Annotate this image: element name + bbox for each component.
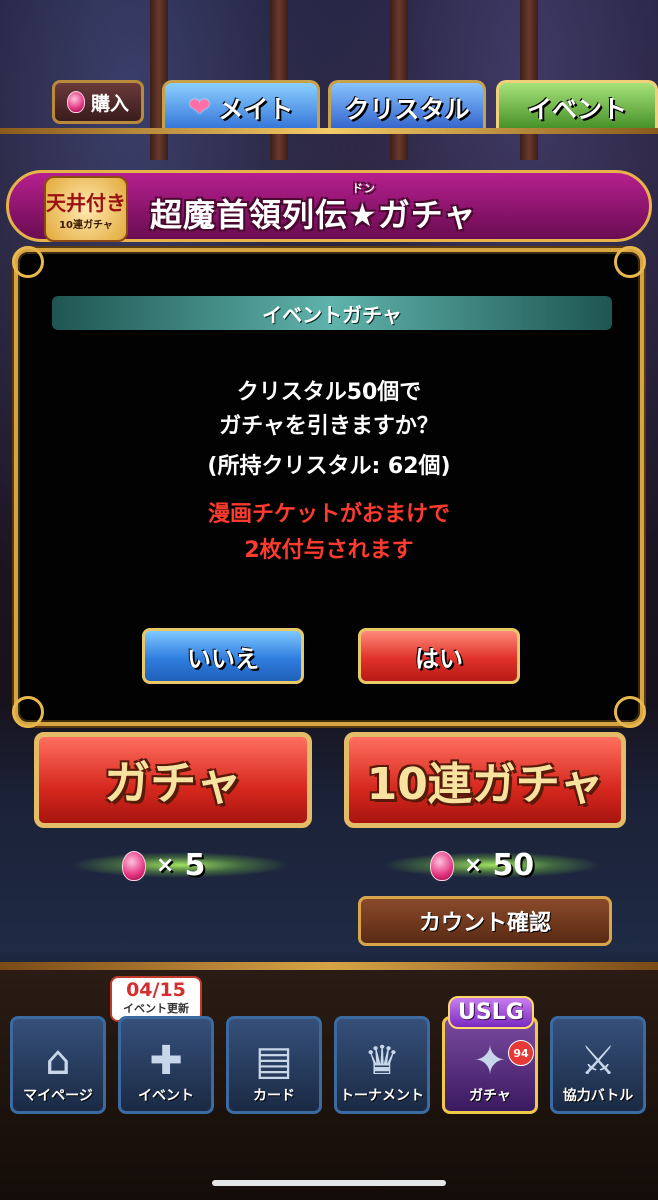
multiply-sign: × <box>156 853 175 878</box>
tab-event[interactable]: イベント <box>496 80 658 132</box>
nav-item-card[interactable]: ▤ カード <box>226 1016 322 1114</box>
ten-cost-value: 50 <box>492 848 535 883</box>
nav-item-tournament[interactable]: ♛ トーナメント <box>334 1016 430 1114</box>
nav-item-event[interactable]: ✚ イベント <box>118 1016 214 1114</box>
gacha-count-badge: 94 <box>508 1040 534 1066</box>
nav-label: イベント <box>138 1088 194 1104</box>
ceiling-badge: 天井付き 10連ガチャ <box>44 176 128 242</box>
ten-gacha-button[interactable]: 10連ガチャ <box>344 732 626 828</box>
nav-item-mypage[interactable]: ⌂ マイページ <box>10 1016 106 1114</box>
tab-underline <box>0 128 658 134</box>
tab-mate[interactable]: ❤ メイト <box>162 80 320 132</box>
single-cost: × 5 <box>122 848 205 883</box>
dialog-owned-crystals: (所持クリスタル: 62個) <box>207 454 451 479</box>
dialog-bonus-line2: 2枚付与されます <box>244 538 414 563</box>
nav-label: マイページ <box>23 1088 93 1104</box>
tab-crystal[interactable]: クリスタル <box>328 80 486 132</box>
heart-icon: ❤ <box>188 92 211 123</box>
nav-label: カード <box>253 1088 295 1104</box>
banner-ruby: ドン <box>352 182 376 195</box>
battle-icon: ⚔ <box>580 1038 616 1084</box>
gacha-icon: ✦ <box>473 1038 507 1084</box>
event-update-text: イベント更新 <box>123 1002 189 1015</box>
dialog-bonus-line1: 漫画チケットがおまけで <box>207 502 450 527</box>
dialog-title: イベントガチャ <box>52 296 612 330</box>
event-update-date: 04/15 <box>126 979 186 1001</box>
corner-ornament <box>12 696 44 728</box>
crystal-gem-icon <box>430 850 454 881</box>
uslg-tag: USLG <box>448 996 534 1029</box>
no-button[interactable]: いいえ <box>142 628 304 684</box>
dialog-message-line2: ガチャを引きますか？ <box>219 414 439 439</box>
top-tab-bar: 購入 ❤ メイト クリスタル イベント <box>0 78 658 134</box>
nav-item-coop-battle[interactable]: ⚔ 協力バトル <box>550 1016 646 1114</box>
corner-ornament <box>614 696 646 728</box>
cards-icon: ▤ <box>255 1038 293 1084</box>
tab-mate-label: メイト <box>218 94 294 124</box>
tab-crystal-label: クリスタル <box>344 94 470 124</box>
buy-crystal-button[interactable]: 購入 <box>52 80 144 124</box>
event-icon: ✚ <box>149 1038 183 1084</box>
badge-line1: 天井付き <box>46 191 126 215</box>
nav-label: ガチャ <box>469 1088 511 1104</box>
ten-cost: × 50 <box>430 848 534 883</box>
banner-title-text: 超魔首領列伝★ガチャ <box>150 196 477 234</box>
crystal-gem-icon <box>66 91 85 113</box>
multiply-sign: × <box>464 853 483 878</box>
tab-event-label: イベント <box>526 94 627 124</box>
buy-label: 購入 <box>90 92 129 115</box>
house-icon: ⌂ <box>45 1038 71 1084</box>
yes-button[interactable]: はい <box>358 628 520 684</box>
dialog-message-line1: クリスタル50個で <box>236 380 422 405</box>
corner-ornament <box>12 246 44 278</box>
banner-title: 超魔首領列伝★ガチャ ドン <box>150 182 477 236</box>
count-check-button[interactable]: カウント確認 <box>358 896 612 946</box>
home-indicator[interactable] <box>212 1180 446 1186</box>
badge-line2: 10連ガチャ <box>59 220 113 231</box>
nav-divider <box>0 962 658 970</box>
single-cost-value: 5 <box>184 848 206 883</box>
crystal-gem-icon <box>122 850 146 881</box>
single-gacha-button[interactable]: ガチャ <box>34 732 312 828</box>
trophy-icon: ♛ <box>364 1038 400 1084</box>
confirm-dialog: イベントガチャ クリスタル50個で ガチャを引きますか？ (所持クリスタル: 6… <box>12 246 646 728</box>
corner-ornament <box>614 246 646 278</box>
nav-label: 協力バトル <box>562 1088 634 1104</box>
nav-label: トーナメント <box>340 1088 424 1104</box>
